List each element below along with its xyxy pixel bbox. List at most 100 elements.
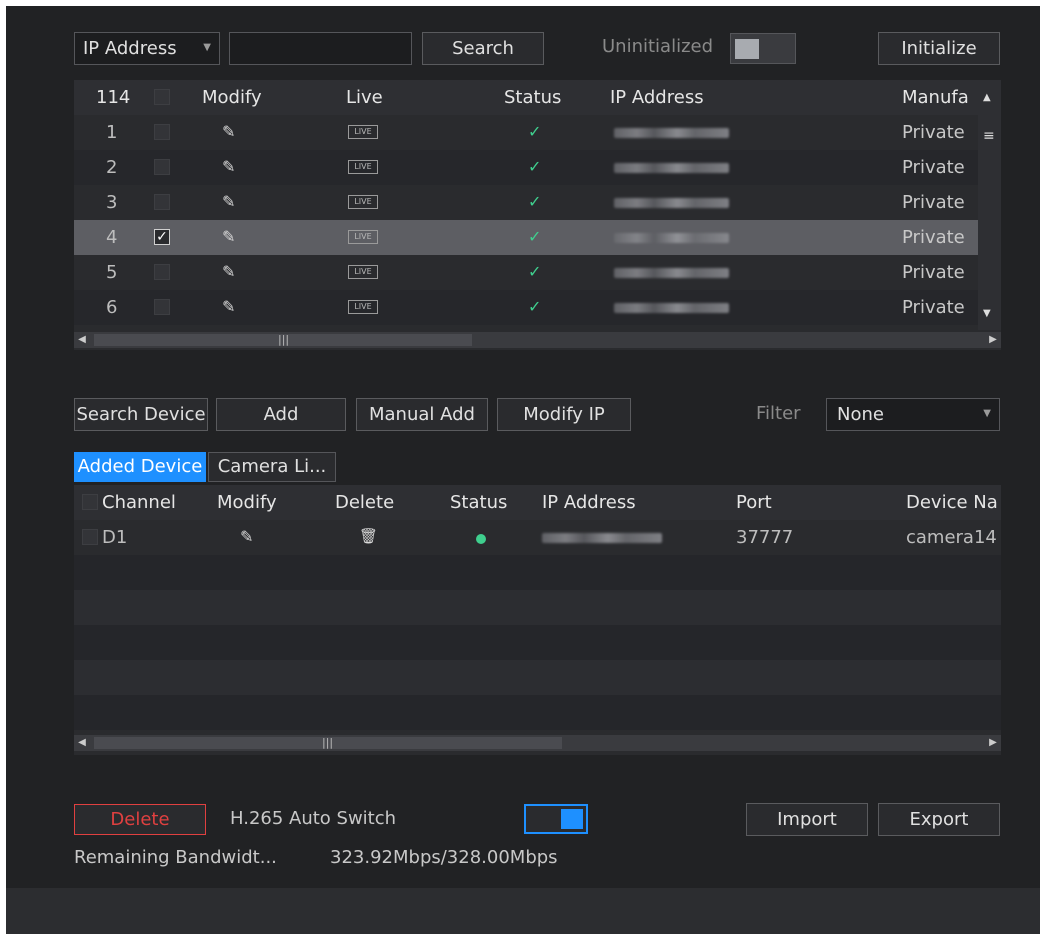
row-checkbox[interactable]: [154, 159, 170, 175]
row-number: 3: [106, 192, 118, 213]
ip-filter-select-value: IP Address: [83, 38, 177, 59]
check-icon: ✓: [528, 192, 542, 211]
row-checkbox[interactable]: ✓: [154, 229, 170, 245]
column-header[interactable]: Port: [736, 485, 772, 520]
row-checkbox[interactable]: [154, 264, 170, 280]
ip-address-cell: [614, 128, 729, 138]
column-header[interactable]: Modify: [202, 80, 262, 115]
manual-add-button[interactable]: Manual Add: [356, 398, 488, 431]
live-icon[interactable]: LIVE: [348, 125, 378, 139]
column-header[interactable]: IP Address: [610, 80, 704, 115]
live-icon[interactable]: LIVE: [348, 300, 378, 314]
table-row: [74, 590, 1001, 625]
scrollbar-grip-icon: |||: [322, 736, 334, 749]
search-button[interactable]: Search: [422, 32, 544, 65]
column-header[interactable]: Channel: [102, 485, 176, 520]
table-row[interactable]: 1 ✎ LIVE ✓ Private: [74, 115, 1001, 150]
column-header[interactable]: Manufa: [902, 80, 969, 115]
horizontal-scrollbar[interactable]: ◀ ||| ▶: [74, 332, 1001, 348]
initialize-button[interactable]: Initialize: [878, 32, 1000, 65]
scroll-right-icon[interactable]: ▶: [985, 735, 1001, 751]
table-row[interactable]: 6 ✎ LIVE ✓ Private: [74, 290, 1001, 325]
horizontal-scrollbar[interactable]: ◀ ||| ▶: [74, 735, 1001, 751]
column-header[interactable]: Status: [450, 485, 507, 520]
table-row[interactable]: 2 ✎ LIVE ✓ Private: [74, 150, 1001, 185]
column-header[interactable]: Status: [504, 80, 561, 115]
row-checkbox[interactable]: [154, 124, 170, 140]
search-input[interactable]: [229, 32, 412, 65]
h265-auto-switch-toggle[interactable]: [524, 804, 588, 834]
status-dot-icon: [476, 534, 486, 544]
scroll-right-icon[interactable]: ▶: [985, 332, 1001, 348]
add-button[interactable]: Add: [216, 398, 346, 431]
scrollbar-grip-icon[interactable]: ≡: [983, 128, 995, 144]
remaining-bandwidth-label: Remaining Bandwidt...: [74, 847, 277, 868]
pencil-icon[interactable]: ✎: [222, 192, 235, 211]
manufacturer-cell: Private: [902, 157, 965, 178]
live-icon[interactable]: LIVE: [348, 230, 378, 244]
ip-address-cell: [614, 268, 729, 278]
scroll-left-icon[interactable]: ◀: [74, 332, 90, 348]
row-checkbox[interactable]: [154, 299, 170, 315]
device-name-cell: camera14: [906, 527, 997, 548]
tab-camera-list[interactable]: Camera Li...: [208, 452, 336, 482]
row-number: 5: [106, 262, 118, 283]
table-row[interactable]: 5 ✎ LIVE ✓ Private: [74, 255, 1001, 290]
search-device-button[interactable]: Search Device: [74, 398, 208, 431]
modify-ip-button[interactable]: Modify IP: [497, 398, 631, 431]
pencil-icon[interactable]: ✎: [222, 227, 235, 246]
check-icon: ✓: [528, 297, 542, 316]
table-row: [74, 555, 1001, 590]
chevron-down-icon: ▼: [983, 408, 991, 419]
manufacturer-cell: Private: [902, 227, 965, 248]
scroll-up-icon[interactable]: ▲: [983, 92, 991, 103]
column-header[interactable]: Modify: [217, 485, 277, 520]
scroll-left-icon[interactable]: ◀: [74, 735, 90, 751]
tab-added-device[interactable]: Added Device: [74, 452, 206, 482]
check-icon: ✓: [528, 157, 542, 176]
vertical-scrollbar[interactable]: ▲ ≡ ▼: [978, 80, 1001, 330]
table-row[interactable]: 4 ✓ ✎ LIVE ✓ Private: [74, 220, 1001, 255]
select-all-checkbox[interactable]: [154, 89, 170, 105]
pencil-icon[interactable]: ✎: [240, 527, 253, 546]
ip-address-cell: [614, 233, 729, 243]
uninitialized-toggle[interactable]: [730, 33, 796, 64]
manufacturer-cell: Private: [902, 122, 965, 143]
chevron-down-icon: ▼: [203, 42, 211, 53]
pencil-icon[interactable]: ✎: [222, 157, 235, 176]
live-icon[interactable]: LIVE: [348, 265, 378, 279]
live-icon[interactable]: LIVE: [348, 160, 378, 174]
column-header[interactable]: Live: [346, 80, 383, 115]
table-row: [74, 660, 1001, 695]
pencil-icon[interactable]: ✎: [222, 262, 235, 281]
import-button[interactable]: Import: [746, 803, 868, 836]
select-all-checkbox[interactable]: [82, 494, 98, 510]
column-header[interactable]: Delete: [335, 485, 394, 520]
column-header[interactable]: Device Na: [906, 485, 998, 520]
ip-address-cell: [614, 198, 729, 208]
delete-button[interactable]: Delete: [74, 804, 206, 835]
table-row[interactable]: 3 ✎ LIVE ✓ Private: [74, 185, 1001, 220]
toggle-knob: [561, 809, 583, 829]
ip-address-cell: [614, 303, 729, 313]
row-checkbox[interactable]: [154, 194, 170, 210]
check-icon: ✓: [528, 227, 542, 246]
pencil-icon[interactable]: ✎: [222, 297, 235, 316]
ip-address-cell: [614, 163, 729, 173]
scroll-down-icon[interactable]: ▼: [983, 308, 991, 319]
row-checkbox[interactable]: [82, 529, 98, 545]
channel-cell: D1: [102, 527, 128, 548]
filter-select[interactable]: None ▼: [826, 398, 1000, 431]
row-number: 6: [106, 297, 118, 318]
column-header[interactable]: IP Address: [542, 485, 636, 520]
trash-icon[interactable]: 🗑: [359, 527, 378, 545]
filter-select-value: None: [837, 404, 884, 425]
manufacturer-cell: Private: [902, 262, 965, 283]
pencil-icon[interactable]: ✎: [222, 122, 235, 141]
export-button[interactable]: Export: [878, 803, 1000, 836]
live-icon[interactable]: LIVE: [348, 195, 378, 209]
ip-filter-select[interactable]: IP Address ▼: [74, 32, 220, 65]
uninitialized-label: Uninitialized: [602, 36, 714, 57]
table-row[interactable]: D1 ✎ 🗑 37777 camera14: [74, 520, 1001, 555]
row-number: 2: [106, 157, 118, 178]
